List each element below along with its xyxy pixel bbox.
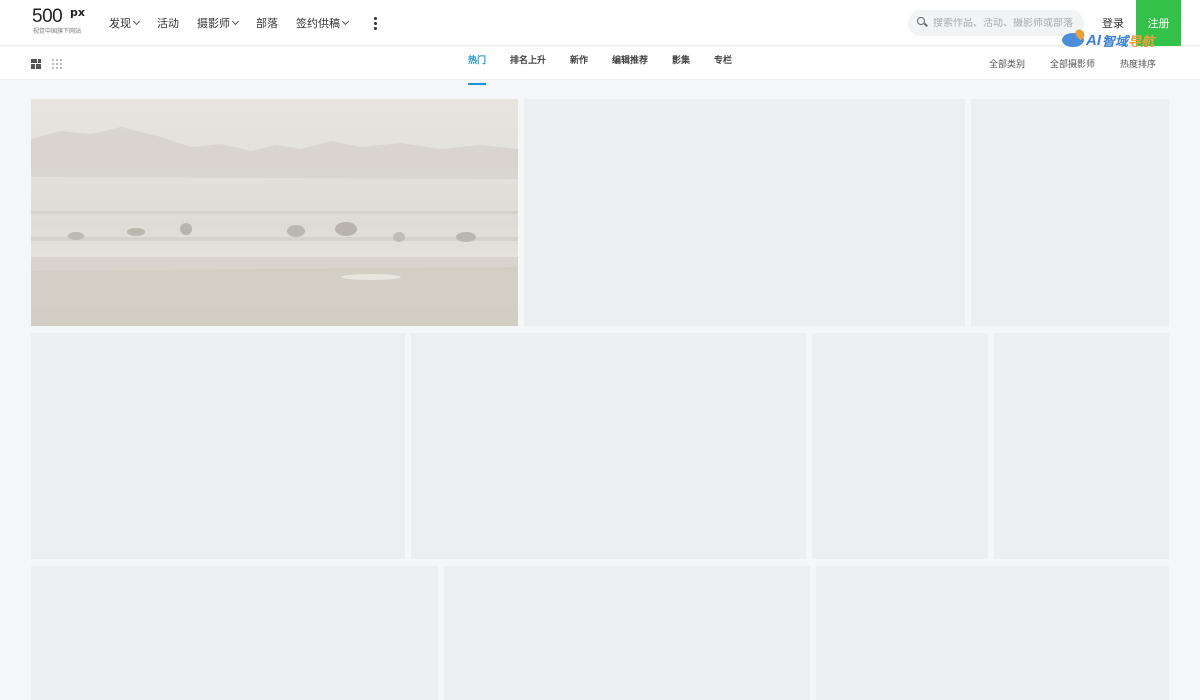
tab-new[interactable]: 新作 — [558, 47, 600, 80]
photo-tile-placeholder[interactable] — [816, 566, 1169, 700]
lake-photo-image — [31, 127, 518, 326]
register-label: 注册 — [1147, 17, 1170, 30]
globe-pin-icon — [1062, 33, 1084, 47]
nav-label: 活动 — [157, 17, 179, 30]
filter-photographer[interactable]: 全部摄影师 — [1050, 57, 1095, 70]
photo-tile-placeholder[interactable] — [524, 99, 965, 326]
filter-category[interactable]: 全部类别 — [989, 57, 1025, 70]
photo-tile[interactable] — [31, 99, 518, 326]
tab-editors-choice[interactable]: 编辑推荐 — [600, 47, 660, 80]
nav-tribes[interactable]: 部落 — [256, 15, 278, 31]
view-toggle — [31, 59, 62, 69]
nav-label: 摄影师 — [197, 17, 230, 30]
photo-tile-placeholder[interactable] — [31, 566, 438, 700]
nav-photographers[interactable]: 摄影师 — [197, 15, 240, 31]
nav-events[interactable]: 活动 — [157, 15, 179, 31]
logo-tagline: 视觉中国旗下网站 — [33, 28, 82, 35]
chevron-down-icon — [132, 17, 141, 26]
watermark-text: AI — [1086, 31, 1101, 49]
chevron-down-icon — [341, 17, 350, 26]
tab-albums[interactable]: 影集 — [660, 47, 702, 80]
site-logo[interactable]: 500 px 视觉中国旗下网站 — [32, 7, 94, 39]
search-box — [908, 10, 1084, 36]
photo-tile-placeholder[interactable] — [971, 99, 1169, 326]
photo-tile-placeholder[interactable] — [812, 333, 988, 559]
grid-view-icon[interactable] — [52, 59, 62, 69]
chevron-down-icon — [231, 17, 240, 26]
search-input[interactable] — [933, 17, 1083, 29]
sub-navbar: 热门 排名上升 新作 编辑推荐 影集 专栏 全部类别 全部摄影师 热度排序 — [0, 47, 1200, 85]
tab-rising[interactable]: 排名上升 — [498, 47, 558, 80]
main-nav: 发现 活动 摄影师 部落 签约供稿 — [109, 0, 381, 46]
vertical-ellipsis-icon[interactable] — [370, 13, 381, 34]
logo-suffix: px — [70, 6, 85, 19]
nav-label: 发现 — [109, 17, 131, 30]
nav-label: 签约供稿 — [296, 17, 340, 30]
nav-contract[interactable]: 签约供稿 — [296, 15, 350, 31]
mosaic-view-icon[interactable] — [31, 59, 41, 69]
filter-sort[interactable]: 热度排序 — [1120, 57, 1156, 70]
photo-tile-placeholder[interactable] — [31, 333, 405, 559]
nav-label: 部落 — [256, 17, 278, 30]
logo-text: 500 — [32, 6, 63, 27]
top-navbar: 500 px 视觉中国旗下网站 发现 活动 摄影师 部落 签约供稿 登录 — [0, 0, 1200, 49]
search-icon[interactable] — [917, 17, 929, 29]
login-link[interactable]: 登录 — [1102, 15, 1124, 31]
tab-hot[interactable]: 热门 — [456, 47, 498, 85]
nav-discover[interactable]: 发现 — [109, 15, 141, 31]
filter-bar: 全部类别 全部摄影师 热度排序 — [964, 47, 1156, 80]
photo-tile-placeholder[interactable] — [411, 333, 806, 559]
tab-columns[interactable]: 专栏 — [702, 47, 744, 80]
photo-tile-placeholder[interactable] — [444, 566, 810, 700]
photo-tile-placeholder[interactable] — [994, 333, 1169, 559]
